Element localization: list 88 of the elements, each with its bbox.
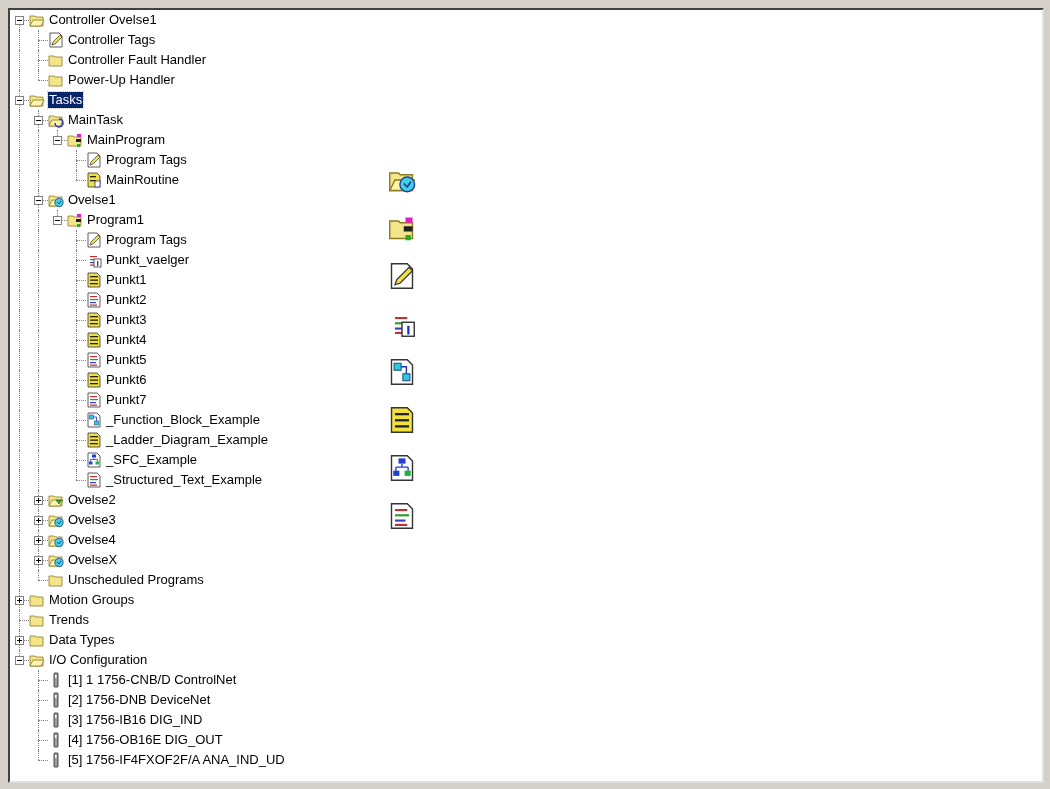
tree-item[interactable]: Trends [48,612,90,628]
pencil-page-icon [86,232,102,248]
folder-icon [48,72,64,88]
expand-button[interactable] [34,536,43,545]
tree-item[interactable]: Ovelse3 [67,512,117,528]
tree-item[interactable]: Ovelse2 [67,492,117,508]
tree-item[interactable]: _Ladder_Diagram_Example [105,432,269,448]
tree-item[interactable]: Program1 [86,212,146,228]
ladder-page-icon [86,332,102,348]
tree-item[interactable]: Punkt5 [105,352,148,368]
pencil-page-icon [48,32,64,48]
folder-arrow-icon [48,492,64,508]
expand-button[interactable] [15,596,24,605]
tree-item[interactable]: Unscheduled Programs [67,572,205,588]
ladder-page-icon [86,432,102,448]
open-folder-icon [29,12,45,28]
pencil-page-icon [388,262,416,290]
tree-item[interactable]: Punkt_vaelger [105,252,191,268]
tree-item[interactable]: Tasks [48,92,84,108]
folder-clock-icon [48,552,64,568]
folder-cycle-icon [48,112,64,128]
folder-icon [48,52,64,68]
chart-page-icon [388,454,416,482]
tree-item[interactable]: I/O Configuration [48,652,149,668]
text-page-icon [86,292,102,308]
ladder-page-icon [86,372,102,388]
tree-item[interactable]: Power-Up Handler [67,72,176,88]
tree-item[interactable]: Controller Tags [67,32,157,48]
tree-item[interactable]: MainProgram [86,132,167,148]
tree-item[interactable]: [5] 1756-IF4FXOF2F/A ANA_IND_UD [67,752,286,768]
tree-item[interactable]: [3] 1756-IB16 DIG_IND [67,712,204,728]
tree-item[interactable]: Data Types [48,632,116,648]
tree-item[interactable]: OvelseX [67,552,119,568]
chart-page-icon [86,452,102,468]
folder-blocks-icon [67,132,83,148]
tree-item[interactable]: MainTask [67,112,124,128]
collapse-button[interactable] [53,136,62,145]
ladder-page-icon [86,272,102,288]
text-page-icon [86,352,102,368]
collapse-button[interactable] [34,116,43,125]
tree-item[interactable]: Program Tags [105,152,188,168]
tree-item[interactable]: Punkt6 [105,372,148,388]
folder-icon [29,592,45,608]
expand-button[interactable] [15,636,24,645]
collapse-button[interactable] [34,196,43,205]
tree-item[interactable]: Punkt1 [105,272,148,288]
collapse-button[interactable] [15,16,24,25]
tree-item[interactable]: _Structured_Text_Example [105,472,264,488]
block-diagram-page-icon [86,412,102,428]
ladder-page-icon [388,406,416,434]
tree-item[interactable]: [4] 1756-OB16E DIG_OUT [67,732,224,748]
folder-icon [48,572,64,588]
collapse-button[interactable] [15,96,24,105]
folder-icon [29,632,45,648]
tree-item[interactable]: Program Tags [105,232,188,248]
folder-clock-icon [48,192,64,208]
tree-item[interactable]: Punkt7 [105,392,148,408]
tree-item[interactable]: [1] 1 1756-CNB/D ControlNet [67,672,238,688]
collapse-button[interactable] [53,216,62,225]
folder-clock-icon [48,512,64,528]
block-diagram-page-icon [388,358,416,386]
text-page-icon [86,472,102,488]
text-page-icon [86,392,102,408]
pencil-page-icon [86,152,102,168]
open-folder-icon [29,652,45,668]
tree-item[interactable]: Punkt4 [105,332,148,348]
text-page-icon [388,502,416,530]
folder-icon [29,612,45,628]
tree-item[interactable]: MainRoutine [105,172,180,188]
tree-item[interactable]: Punkt2 [105,292,148,308]
tree-item[interactable]: _SFC_Example [105,452,199,468]
tree-item[interactable]: Motion Groups [48,592,136,608]
open-folder-icon [29,92,45,108]
tree-item[interactable]: Punkt3 [105,312,148,328]
tree-item[interactable]: [2] 1756-DNB DeviceNet [67,692,212,708]
expand-button[interactable] [34,556,43,565]
tree-item[interactable]: Controller Fault Handler [67,52,207,68]
tree-item[interactable]: _Function_Block_Example [105,412,261,428]
expand-button[interactable] [34,516,43,525]
tree-item[interactable]: Controller Ovelse1 [48,12,158,28]
ladder-page-icon [86,172,102,188]
tree-item[interactable]: Ovelse1 [67,192,117,208]
folder-clock-icon [48,532,64,548]
collapse-button[interactable] [15,656,24,665]
ladder-page-icon [86,312,102,328]
expand-button[interactable] [34,496,43,505]
folder-blocks-icon [67,212,83,228]
tree-item[interactable]: Ovelse4 [67,532,117,548]
